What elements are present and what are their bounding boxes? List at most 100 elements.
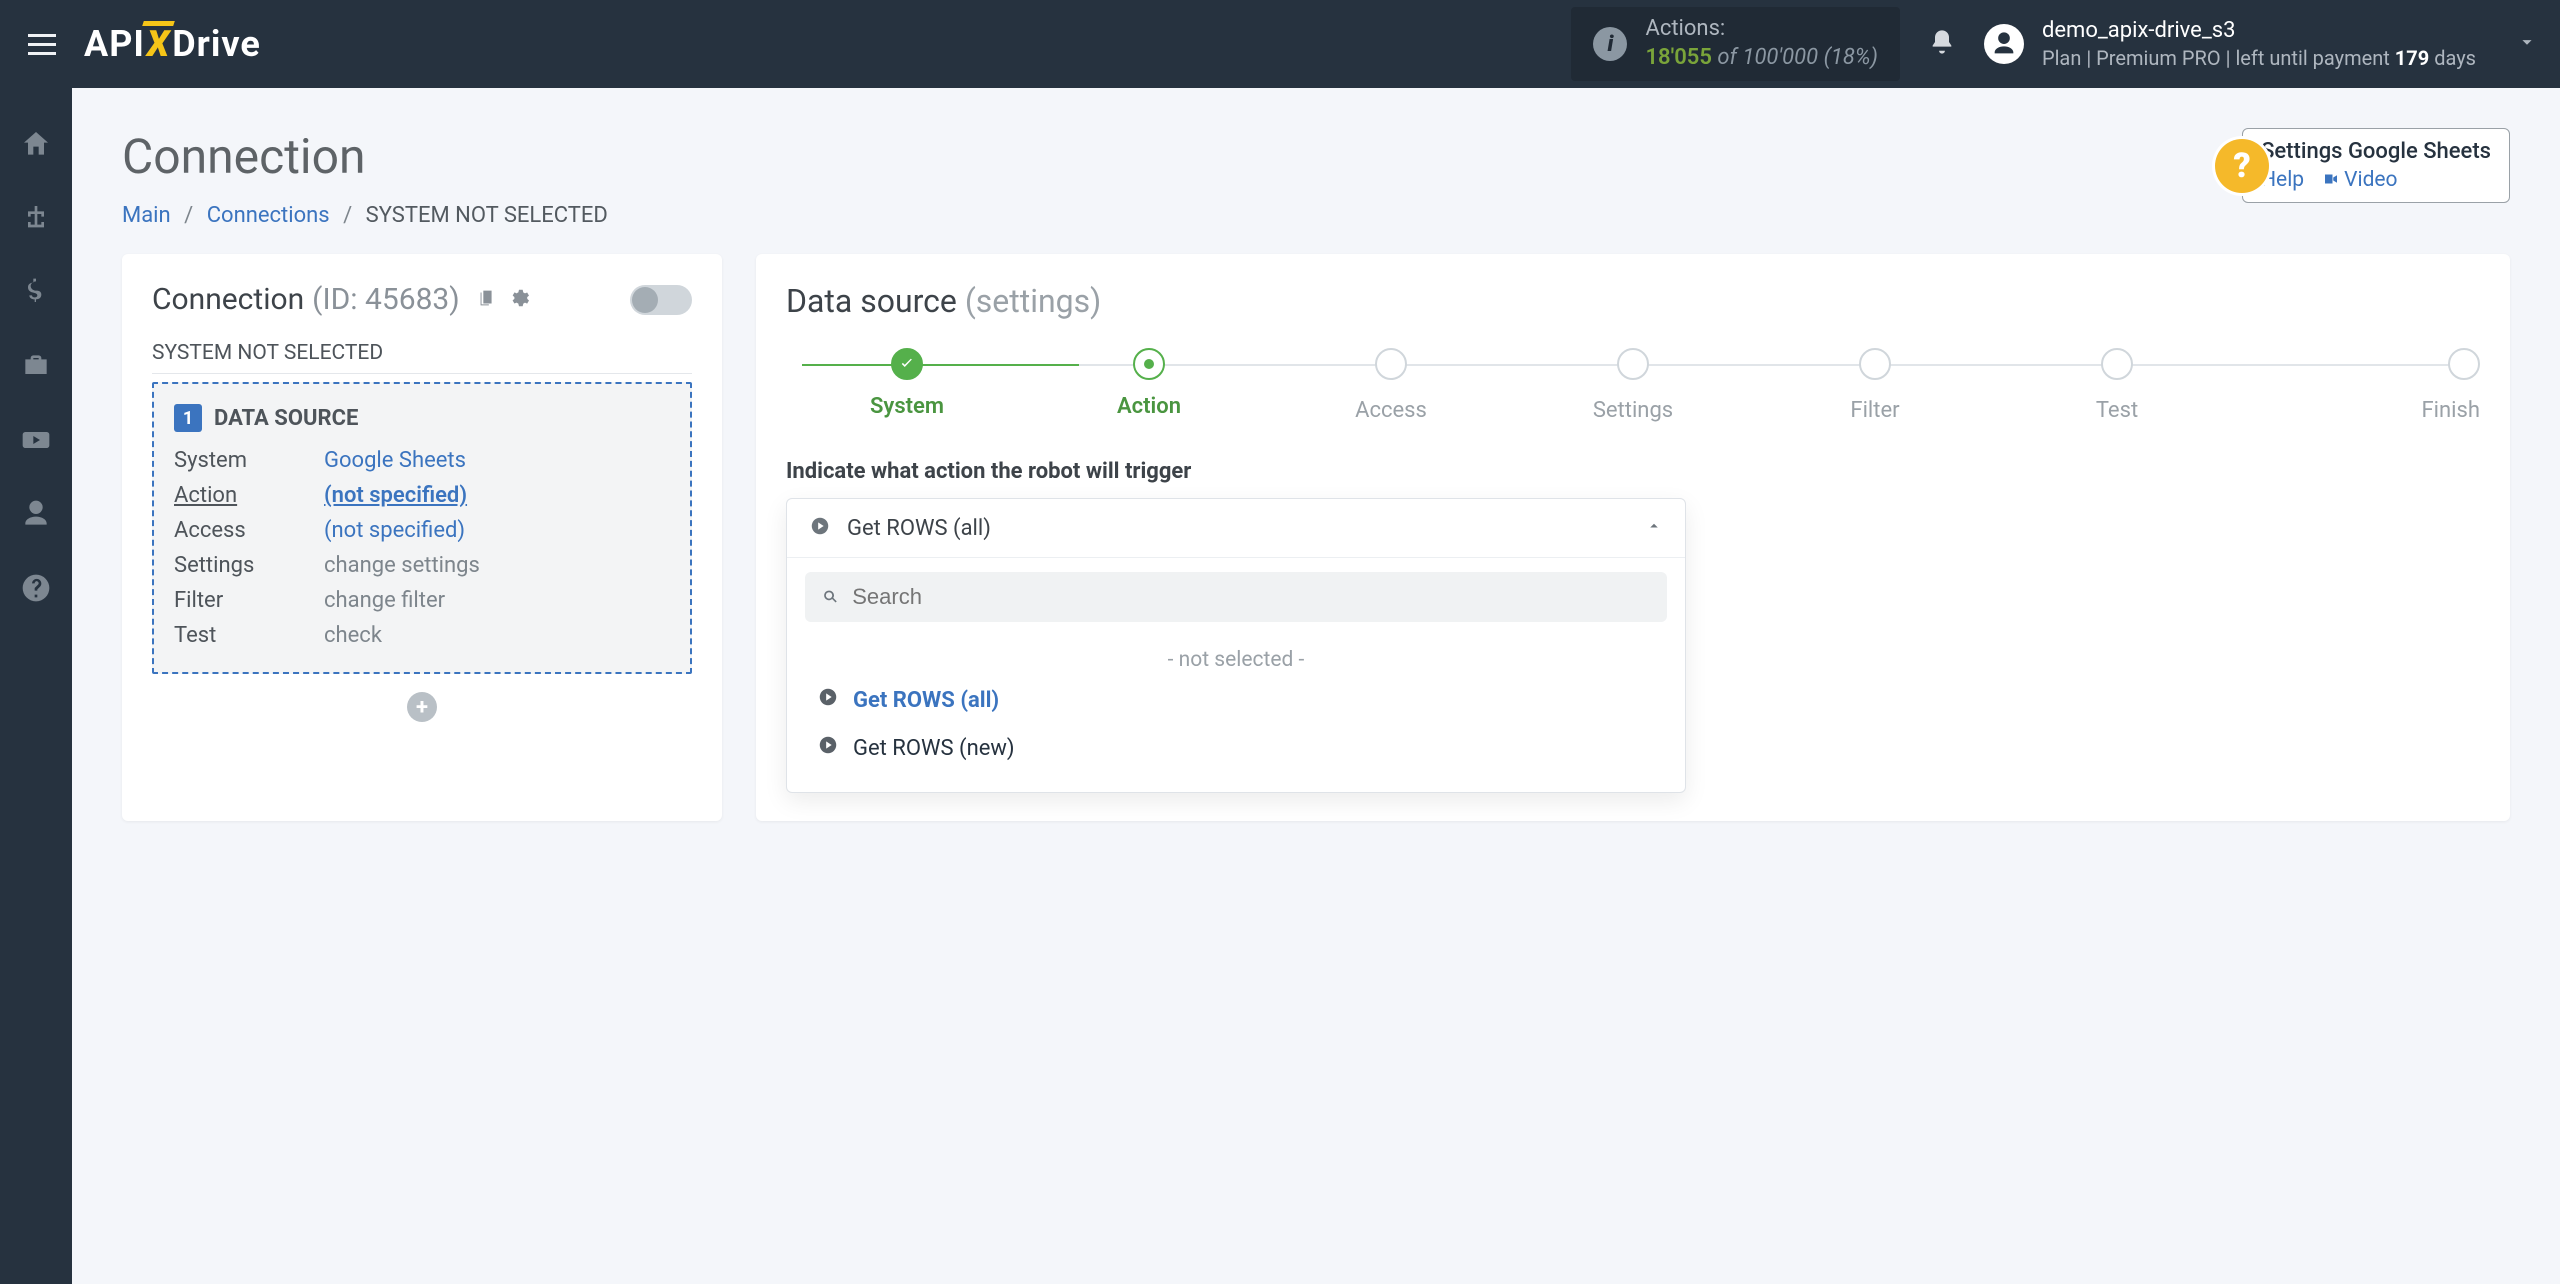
row-system-v[interactable]: Google Sheets <box>324 448 670 473</box>
user-name: demo_apix-drive_s3 <box>2042 17 2476 46</box>
row-settings-v[interactable]: change settings <box>324 553 670 578</box>
step-system[interactable]: System <box>786 348 1028 419</box>
sitemap-icon[interactable] <box>20 202 52 238</box>
search-input[interactable] <box>852 584 1651 610</box>
top-header: API X Drive i Actions: 18'055 of 100'000… <box>0 0 2560 88</box>
gear-icon[interactable] <box>508 282 530 317</box>
play-icon <box>817 734 839 762</box>
dollar-icon[interactable] <box>20 276 52 312</box>
step-finish-label: Finish <box>2238 398 2480 423</box>
copy-icon[interactable] <box>476 282 498 317</box>
step-filter-label: Filter <box>1754 398 1996 423</box>
check-icon <box>891 348 923 380</box>
video-icon <box>2322 170 2340 188</box>
option-get-rows-all[interactable]: Get ROWS (all) <box>813 676 1659 724</box>
question-icon[interactable] <box>20 572 52 608</box>
connection-subtitle: SYSTEM NOT SELECTED <box>152 341 692 374</box>
step-access[interactable]: Access <box>1270 348 1512 423</box>
select-search[interactable] <box>805 572 1667 622</box>
home-icon[interactable] <box>20 128 52 164</box>
video-link-text: Video <box>2344 168 2397 192</box>
row-access-k: Access <box>174 518 304 543</box>
actions-of: of <box>1717 45 1737 70</box>
right-title: Data source (settings) <box>786 282 2480 320</box>
crumb-main[interactable]: Main <box>122 203 171 228</box>
step-action[interactable]: Action <box>1028 348 1270 419</box>
brand-logo[interactable]: API X Drive <box>84 23 261 65</box>
datasource-label: DATA SOURCE <box>214 406 358 431</box>
option-get-rows-new[interactable]: Get ROWS (new) <box>813 724 1659 772</box>
action-select: Get ROWS (all) - not selected - Get ROWS… <box>786 498 1686 793</box>
option-get-rows-all-label: Get ROWS (all) <box>853 688 999 713</box>
row-access-v[interactable]: (not specified) <box>324 518 670 543</box>
select-toggle[interactable]: Get ROWS (all) <box>787 499 1685 558</box>
right-title-suffix: (settings) <box>965 282 1101 320</box>
main-area: Connection Main / Connections / SYSTEM N… <box>72 88 2560 1284</box>
connection-title: Connection (ID: 45683) <box>152 282 692 317</box>
actions-usage-box[interactable]: i Actions: 18'055 of 100'000 (18%) <box>1571 7 1899 80</box>
video-link[interactable]: Video <box>2322 168 2397 192</box>
option-get-rows-new-label: Get ROWS (new) <box>853 736 1015 761</box>
row-action-v[interactable]: (not specified) <box>324 483 670 508</box>
step-settings[interactable]: Settings <box>1512 348 1754 423</box>
plan-d: days <box>2434 46 2476 70</box>
actions-pct: (18%) <box>1824 45 1878 70</box>
brand-x: X <box>147 23 170 65</box>
chevron-down-icon[interactable] <box>2476 31 2538 57</box>
breadcrumb: Main / Connections / SYSTEM NOT SELECTED <box>122 203 2510 228</box>
select-dropdown: - not selected - Get ROWS (all) Get ROWS… <box>787 558 1685 792</box>
youtube-icon[interactable] <box>20 424 52 460</box>
connection-card: Connection (ID: 45683) SYSTEM NOT SELECT… <box>122 254 722 821</box>
step-settings-label: Settings <box>1512 398 1754 423</box>
row-test-v[interactable]: check <box>324 623 670 648</box>
step-system-label: System <box>786 394 1028 419</box>
right-title-text: Data source <box>786 282 957 320</box>
actions-used: 18'055 <box>1645 45 1711 70</box>
avatar[interactable] <box>1984 24 2024 64</box>
option-empty[interactable]: - not selected - <box>813 648 1659 672</box>
crumb-connections[interactable]: Connections <box>207 203 330 228</box>
hamburger-icon[interactable] <box>22 28 62 61</box>
crumb-current: SYSTEM NOT SELECTED <box>366 203 608 228</box>
row-filter-v[interactable]: change filter <box>324 588 670 613</box>
play-icon <box>809 515 831 541</box>
page-title: Connection <box>122 128 2510 185</box>
progress-stepper: System Action Access Settings Filter <box>786 348 2480 423</box>
brand-part1: API <box>84 23 145 65</box>
nav-sidebar <box>0 88 72 1284</box>
plan-c: | left until payment <box>2226 46 2395 70</box>
row-filter-k: Filter <box>174 588 304 613</box>
row-settings-k: Settings <box>174 553 304 578</box>
datasource-header: 1 DATA SOURCE <box>174 404 670 432</box>
user-icon[interactable] <box>20 498 52 534</box>
plan-line: Plan | Premium PRO | left until payment … <box>2042 45 2476 71</box>
step-badge: 1 <box>174 404 202 432</box>
connection-title-text: Connection <box>152 282 304 317</box>
help-widget: ? Settings Google Sheets Help Video <box>2242 128 2510 203</box>
bell-icon[interactable] <box>1928 28 1956 60</box>
actions-label: Actions: <box>1645 15 1877 44</box>
chevron-up-icon <box>1645 517 1663 539</box>
plan-b: Premium PRO <box>2096 46 2220 70</box>
select-value: Get ROWS (all) <box>847 516 991 541</box>
plan-a: Plan | <box>2042 46 2091 70</box>
connection-id: (ID: 45683) <box>312 282 460 317</box>
user-block[interactable]: demo_apix-drive_s3 Plan | Premium PRO | … <box>2042 17 2476 72</box>
enable-toggle[interactable] <box>630 285 692 315</box>
help-badge-icon[interactable]: ? <box>2215 139 2269 193</box>
actions-total: 100'000 <box>1742 45 1818 70</box>
plan-days: 179 <box>2395 46 2429 70</box>
step-filter[interactable]: Filter <box>1754 348 1996 423</box>
row-action-k: Action <box>174 483 304 508</box>
add-step-button[interactable]: + <box>407 692 437 722</box>
step-finish[interactable]: Finish <box>2238 348 2480 423</box>
instruction-label: Indicate what action the robot will trig… <box>786 459 2480 484</box>
actions-text: Actions: 18'055 of 100'000 (18%) <box>1645 15 1877 72</box>
datasource-settings-card: Data source (settings) System Action Acc… <box>756 254 2510 821</box>
briefcase-icon[interactable] <box>20 350 52 386</box>
row-system-k: System <box>174 448 304 473</box>
info-icon: i <box>1593 27 1627 61</box>
step-test[interactable]: Test <box>1996 348 2238 423</box>
datasource-box: 1 DATA SOURCE System Google Sheets Actio… <box>152 382 692 674</box>
step-access-label: Access <box>1270 398 1512 423</box>
